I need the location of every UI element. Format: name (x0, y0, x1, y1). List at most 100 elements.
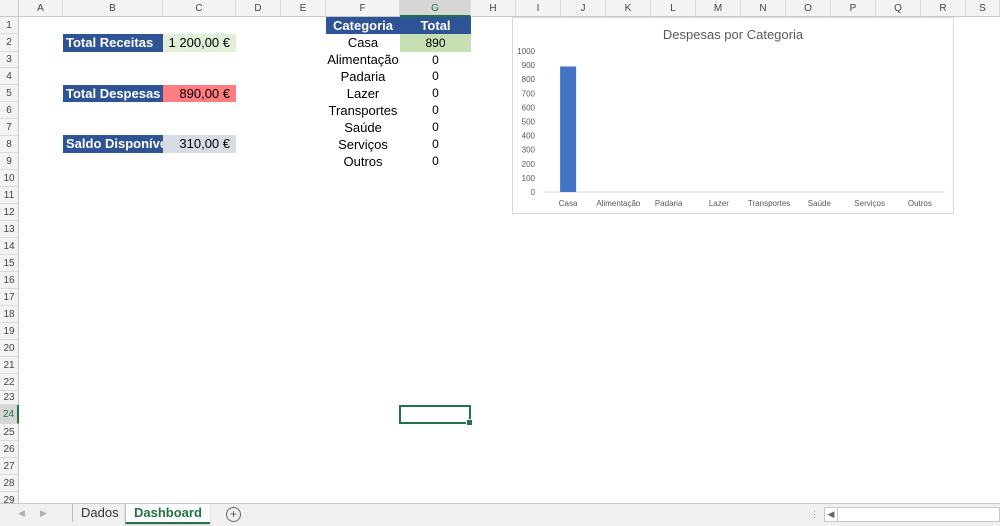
row-header[interactable]: 27 (0, 458, 19, 475)
total-header[interactable]: Total (400, 17, 471, 34)
y-tick-label: 700 (522, 89, 536, 98)
triangle-right-icon[interactable]: ▶ (40, 508, 47, 519)
active-cell-selection[interactable] (399, 405, 473, 426)
scroll-left-icon[interactable]: ◀ (825, 508, 838, 521)
x-tick-label: Alimentação (596, 199, 641, 208)
row-header[interactable]: 16 (0, 272, 19, 289)
column-header[interactable]: E (281, 0, 326, 17)
table-row-category[interactable]: Transportes (326, 102, 400, 119)
row-header[interactable]: 22 (0, 374, 19, 391)
table-row-total[interactable]: 0 (400, 68, 471, 85)
column-header[interactable]: I (516, 0, 561, 17)
total-despesas-label[interactable]: Total Despesas (63, 85, 163, 102)
y-tick-label: 300 (522, 146, 536, 155)
expenses-chart[interactable]: Despesas por Categoria 0 100 200 300 400 500 6… (512, 17, 954, 214)
table-row-category[interactable]: Serviços (326, 136, 400, 153)
y-tick-label: 900 (522, 61, 536, 70)
column-header[interactable]: P (831, 0, 876, 17)
row-header[interactable]: 8 (0, 136, 19, 153)
column-header[interactable]: A (19, 0, 63, 17)
row-header[interactable]: 26 (0, 441, 19, 458)
table-row-category[interactable]: Casa (326, 34, 400, 52)
row-header[interactable]: 14 (0, 238, 19, 255)
row-header[interactable]: 21 (0, 357, 19, 374)
sheet-tab-bar: ◀ ▶ Dados Dashboard + ⋮ ◀ (0, 503, 1000, 526)
select-all-corner[interactable] (0, 0, 19, 17)
table-row-category[interactable]: Alimentação (326, 52, 400, 68)
total-despesas-value[interactable]: 890,00 € (163, 85, 236, 102)
row-header[interactable]: 25 (0, 424, 19, 441)
row-header[interactable]: 13 (0, 221, 19, 238)
column-header[interactable]: F (326, 0, 400, 17)
column-header[interactable]: Q (876, 0, 921, 17)
tab-dashboard[interactable]: Dashboard (125, 504, 210, 524)
column-header[interactable]: C (163, 0, 236, 17)
table-row-total[interactable]: 0 (400, 136, 471, 153)
horizontal-scrollbar[interactable]: ◀ (824, 507, 1000, 522)
plus-circle-icon[interactable]: + (226, 507, 241, 522)
row-header[interactable]: 9 (0, 153, 19, 170)
saldo-disponivel-value[interactable]: 310,00 € (163, 135, 236, 153)
tab-dados[interactable]: Dados (72, 504, 127, 522)
column-header[interactable]: J (561, 0, 606, 17)
y-tick-label: 1000 (517, 47, 535, 56)
row-header[interactable]: 2 (0, 34, 19, 52)
column-header[interactable]: L (651, 0, 696, 17)
table-row-category[interactable]: Lazer (326, 85, 400, 102)
row-header[interactable]: 12 (0, 204, 19, 221)
total-receitas-value[interactable]: 1 200,00 € (163, 34, 236, 52)
column-header[interactable]: D (236, 0, 281, 17)
row-header[interactable]: 11 (0, 187, 19, 204)
table-row-category[interactable]: Padaria (326, 68, 400, 85)
y-tick-label: 100 (522, 174, 536, 183)
x-tick-label: Casa (559, 199, 578, 208)
y-tick-label: 500 (522, 118, 536, 127)
table-row-total[interactable]: 0 (400, 52, 471, 68)
row-header[interactable]: 5 (0, 85, 19, 102)
row-header[interactable]: 1 (0, 17, 19, 34)
table-row-total[interactable]: 0 (400, 85, 471, 102)
y-tick-label: 200 (522, 160, 536, 169)
x-tick-label: Padaria (655, 199, 683, 208)
categoria-header[interactable]: Categoria (326, 17, 400, 34)
row-header[interactable]: 4 (0, 68, 19, 85)
x-tick-label: Outros (908, 199, 932, 208)
row-header[interactable]: 17 (0, 289, 19, 306)
row-header[interactable]: 19 (0, 323, 19, 340)
split-handle-icon[interactable]: ⋮ (810, 509, 819, 520)
column-header[interactable]: S (966, 0, 1000, 17)
column-header[interactable]: K (606, 0, 651, 17)
y-tick-label: 600 (522, 103, 536, 112)
row-header[interactable]: 23 (0, 391, 19, 405)
column-header[interactable]: M (696, 0, 741, 17)
table-row-total[interactable]: 890 (400, 34, 471, 52)
row-header[interactable]: 7 (0, 119, 19, 136)
table-row-category[interactable]: Outros (326, 153, 400, 170)
row-header[interactable]: 10 (0, 170, 19, 187)
row-header[interactable]: 20 (0, 340, 19, 357)
row-header[interactable]: 15 (0, 255, 19, 272)
triangle-left-icon[interactable]: ◀ (18, 508, 25, 519)
total-receitas-label[interactable]: Total Receitas (63, 34, 163, 52)
column-header[interactable]: G (400, 0, 471, 17)
column-header[interactable]: N (741, 0, 786, 17)
table-row-total[interactable]: 0 (400, 102, 471, 119)
column-header[interactable]: R (921, 0, 966, 17)
table-row-total[interactable]: 0 (400, 153, 471, 170)
column-header[interactable]: O (786, 0, 831, 17)
row-header[interactable]: 18 (0, 306, 19, 323)
bar-0[interactable] (560, 66, 577, 192)
saldo-disponivel-label[interactable]: Saldo Disponível (63, 135, 163, 153)
row-header[interactable]: 24 (0, 405, 19, 424)
row-header[interactable]: 3 (0, 52, 19, 68)
column-header[interactable]: H (471, 0, 516, 17)
row-header[interactable]: 28 (0, 475, 19, 492)
x-tick-label: Lazer (709, 199, 729, 208)
column-header[interactable]: B (63, 0, 163, 17)
spreadsheet-grid[interactable]: ABCDEFGHIJKLMNOPQRS 1 2 3 4 5 6 7 8 9 10 11 12 13 14 1… (0, 0, 1000, 503)
y-tick-label: 800 (522, 75, 536, 84)
row-header[interactable]: 29 (0, 492, 19, 503)
row-header[interactable]: 6 (0, 102, 19, 119)
table-row-category[interactable]: Saúde (326, 119, 400, 136)
table-row-total[interactable]: 0 (400, 119, 471, 136)
